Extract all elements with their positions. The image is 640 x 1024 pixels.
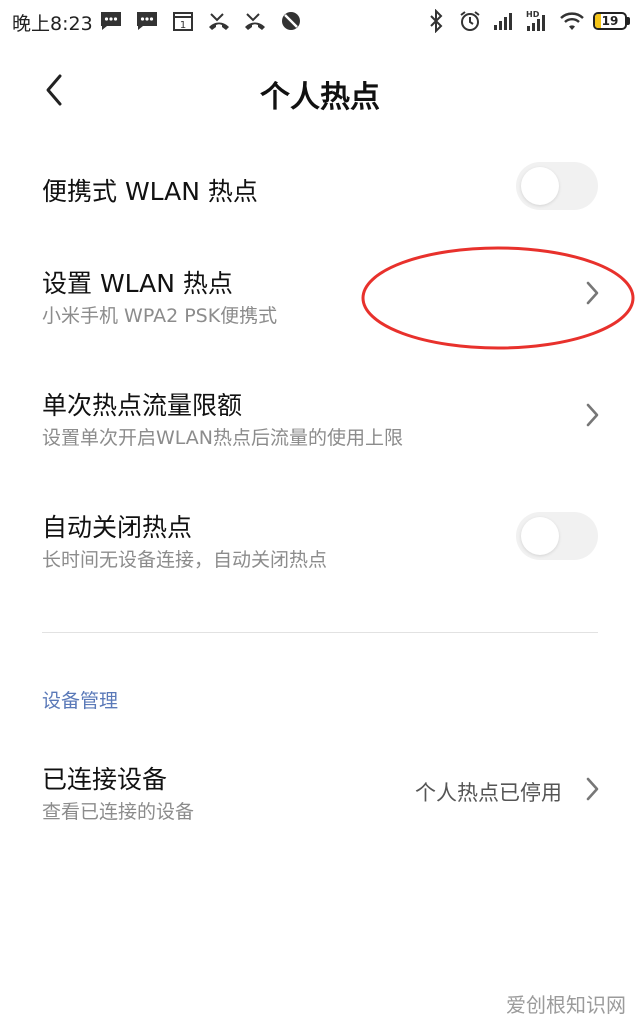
row-portable-hotspot[interactable]: 便携式 WLAN 热点 [0, 140, 640, 236]
message-icon [134, 8, 160, 34]
hd-label: HD [526, 10, 540, 19]
chevron-right-icon [586, 281, 599, 305]
battery-indicator: 19 [593, 12, 630, 30]
row-subtitle: 小米手机 WPA2 PSK便携式 [42, 305, 278, 327]
calendar-day: 1 [180, 20, 186, 31]
chevron-right-icon [586, 403, 599, 427]
dnd-icon [278, 8, 304, 34]
row-title: 设置 WLAN 热点 [42, 269, 233, 298]
row-data-limit[interactable]: 单次热点流量限额 设置单次开启WLAN热点后流量的使用上限 [0, 368, 640, 472]
chevron-right-icon [586, 777, 599, 801]
signal-icon [491, 8, 517, 34]
battery-level: 19 [601, 14, 619, 28]
status-bar: 晚上8:23 1 HD 19 [0, 0, 640, 44]
row-title: 便携式 WLAN 热点 [42, 177, 258, 206]
watermark: 爱创根知识网 [506, 993, 626, 1017]
hotspot-status-value: 个人热点已停用 [415, 781, 562, 805]
missed-call-icon [242, 8, 268, 34]
alarm-icon [457, 8, 483, 34]
auto-off-toggle[interactable] [516, 512, 598, 560]
row-subtitle: 查看已连接的设备 [42, 801, 195, 823]
bluetooth-icon [423, 8, 449, 34]
divider [42, 632, 598, 633]
status-right-icons: HD 19 [423, 8, 630, 34]
row-subtitle: 设置单次开启WLAN热点后流量的使用上限 [42, 427, 404, 449]
row-title: 已连接设备 [42, 765, 168, 794]
row-auto-off[interactable]: 自动关闭热点 长时间无设备连接，自动关闭热点 [0, 490, 640, 594]
calendar-icon: 1 [170, 8, 196, 34]
row-title: 自动关闭热点 [42, 513, 193, 542]
row-subtitle: 长时间无设备连接，自动关闭热点 [42, 549, 328, 571]
wifi-icon [559, 8, 585, 34]
status-time: 晚上8:23 [12, 13, 93, 35]
status-left-icons: 1 [98, 8, 304, 34]
toggle-knob [521, 167, 559, 205]
section-header-device-management: 设备管理 [42, 690, 119, 712]
page-header: 个人热点 [0, 50, 640, 134]
portable-hotspot-toggle[interactable] [516, 162, 598, 210]
row-title: 单次热点流量限额 [42, 391, 243, 420]
row-connected-devices[interactable]: 已连接设备 查看已连接的设备 个人热点已停用 [0, 742, 640, 842]
message-icon [98, 8, 124, 34]
row-setup-hotspot[interactable]: 设置 WLAN 热点 小米手机 WPA2 PSK便携式 [0, 246, 640, 350]
page-title: 个人热点 [260, 80, 380, 115]
missed-call-icon [206, 8, 232, 34]
battery-fill [595, 14, 601, 28]
hd-signal-icon: HD [525, 8, 551, 34]
toggle-knob [521, 517, 559, 555]
